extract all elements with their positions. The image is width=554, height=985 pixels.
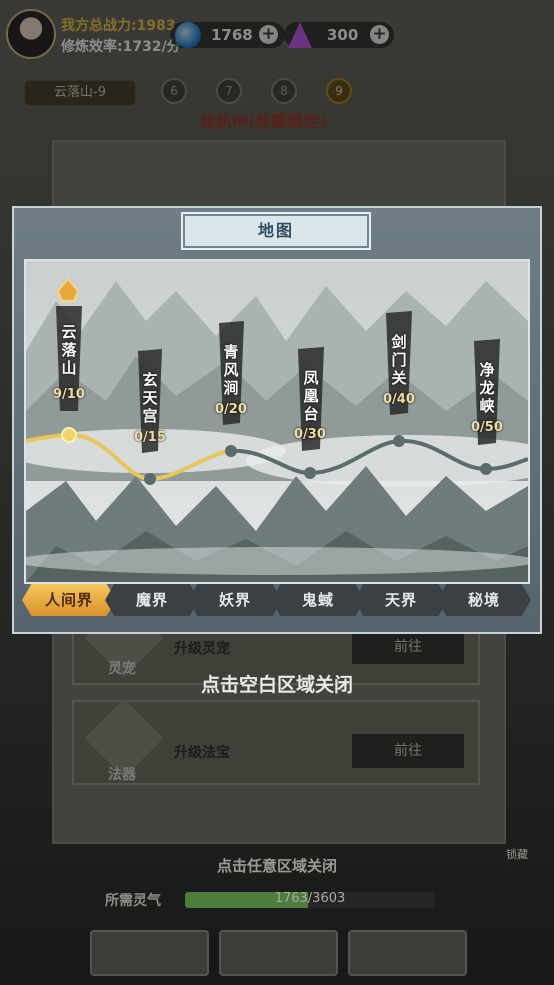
location-xuantiangong-progress: 0/15 [134, 430, 166, 445]
bottom-button-3[interactable] [348, 930, 467, 976]
location-jianmenguan[interactable]: 剑门关 [387, 333, 411, 387]
tab-secret-realm[interactable]: 秘境 [437, 584, 531, 616]
location-jianmenguan-progress: 0/40 [383, 392, 415, 407]
location-yunluoshan-progress: 9/10 [53, 387, 85, 402]
realm-tabs: 人间界 魔界 妖界 鬼蜮 天界 秘境 [18, 584, 534, 618]
tab-ghost-realm[interactable]: 鬼蜮 [271, 584, 365, 616]
tab-heaven-realm[interactable]: 天界 [354, 584, 448, 616]
location-qingfengjian-progress: 0/20 [215, 402, 247, 417]
tab-demon-realm[interactable]: 魔界 [105, 584, 199, 616]
location-qingfengjian[interactable]: 青风涧 [219, 343, 243, 397]
location-jinglongxia-progress: 0/50 [471, 420, 503, 435]
bottom-button-2[interactable] [219, 930, 338, 976]
tab-human-realm[interactable]: 人间界 [22, 584, 116, 616]
location-fenghuangtai-progress: 0/30 [294, 427, 326, 442]
location-yunluoshan[interactable]: 云落山 [57, 323, 81, 377]
location-fenghuangtai[interactable]: 凤凰台 [299, 369, 323, 423]
lingqi-value: 1763/3603 [274, 891, 346, 906]
world-map: 云落山 9/10 玄天宫 0/15 青风涧 0/20 凤凰台 0/30 剑门关 … [24, 259, 530, 584]
location-xuantiangong[interactable]: 玄天宫 [138, 371, 162, 425]
side-label: 锁藏 [506, 848, 528, 861]
close-hint-text: 点击空白区域关闭 [200, 674, 353, 696]
map-scenery [26, 261, 528, 582]
bottom-button-1[interactable] [90, 930, 209, 976]
map-dialog-title: 地图 [181, 212, 371, 250]
location-jinglongxia[interactable]: 净龙峡 [475, 361, 499, 415]
lingqi-label: 所需灵气 [105, 893, 161, 909]
close-any-hint-text: 点击任意区域关闭 [216, 857, 337, 875]
tab-yao-realm[interactable]: 妖界 [188, 584, 282, 616]
